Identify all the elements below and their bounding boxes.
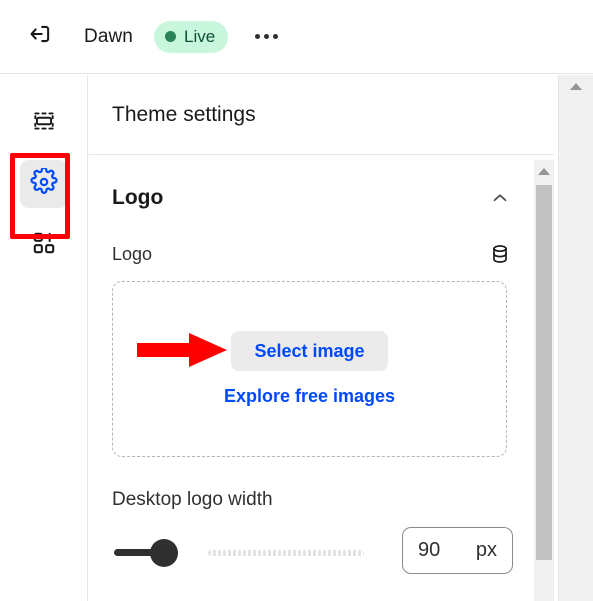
explore-free-images-link[interactable]: Explore free images [224, 386, 395, 407]
scroll-up-arrow-icon[interactable] [559, 75, 593, 97]
section-header-logo[interactable]: Logo [112, 168, 535, 228]
panel-body: Logo Logo Select image Explore free imag… [89, 168, 535, 574]
logo-dropzone[interactable]: Select image Explore free images [112, 281, 507, 457]
logo-width-value: 90 [418, 539, 441, 561]
apps-icon [31, 230, 57, 261]
status-badge: Live [153, 20, 229, 53]
more-horizontal-icon [272, 34, 278, 39]
logo-field-label: Logo [112, 243, 153, 264]
select-image-button[interactable]: Select image [231, 331, 388, 371]
database-icon[interactable] [487, 241, 513, 267]
more-horizontal-icon [263, 34, 269, 39]
exit-editor-button[interactable] [18, 15, 62, 59]
more-horizontal-icon [254, 34, 260, 39]
panel-scrollbar[interactable] [534, 160, 554, 601]
exit-icon [27, 21, 53, 52]
desktop-logo-width-label: Desktop logo width [112, 489, 273, 510]
theme-name: Dawn [84, 25, 133, 47]
panel-header: Theme settings [89, 75, 554, 155]
desktop-logo-width-row: 90 px [112, 527, 535, 574]
panel-scrollbar-thumb[interactable] [536, 185, 552, 560]
slider-handle[interactable] [150, 538, 178, 567]
slider-tick-track [208, 549, 364, 556]
gear-icon [29, 166, 58, 201]
status-dot [164, 31, 176, 42]
sections-icon [31, 108, 57, 139]
page-title: Theme settings [112, 102, 256, 126]
logo-width-input[interactable]: 90 px [402, 527, 513, 574]
left-icon-rail [0, 75, 88, 601]
scroll-up-arrow-icon[interactable] [534, 160, 554, 182]
top-bar: Dawn Live [0, 0, 593, 74]
chevron-up-icon[interactable] [487, 185, 513, 211]
theme-editor-window: Dawn Live Theme settings Logo Logo Selec… [0, 0, 593, 601]
logo-field-label-row: Logo [112, 240, 535, 268]
sidebar-item-apps[interactable] [20, 221, 68, 269]
sidebar-item-sections[interactable] [20, 99, 68, 147]
section-title: Logo [112, 186, 164, 209]
more-options-button[interactable] [248, 21, 284, 53]
status-badge-label: Live [183, 27, 216, 46]
logo-width-unit: px [475, 539, 497, 561]
window-scrollbar[interactable] [558, 75, 593, 601]
logo-width-slider[interactable] [112, 536, 368, 567]
theme-settings-panel: Theme settings Logo Logo Select image Ex… [89, 75, 593, 601]
sidebar-item-theme-settings[interactable] [19, 160, 68, 208]
